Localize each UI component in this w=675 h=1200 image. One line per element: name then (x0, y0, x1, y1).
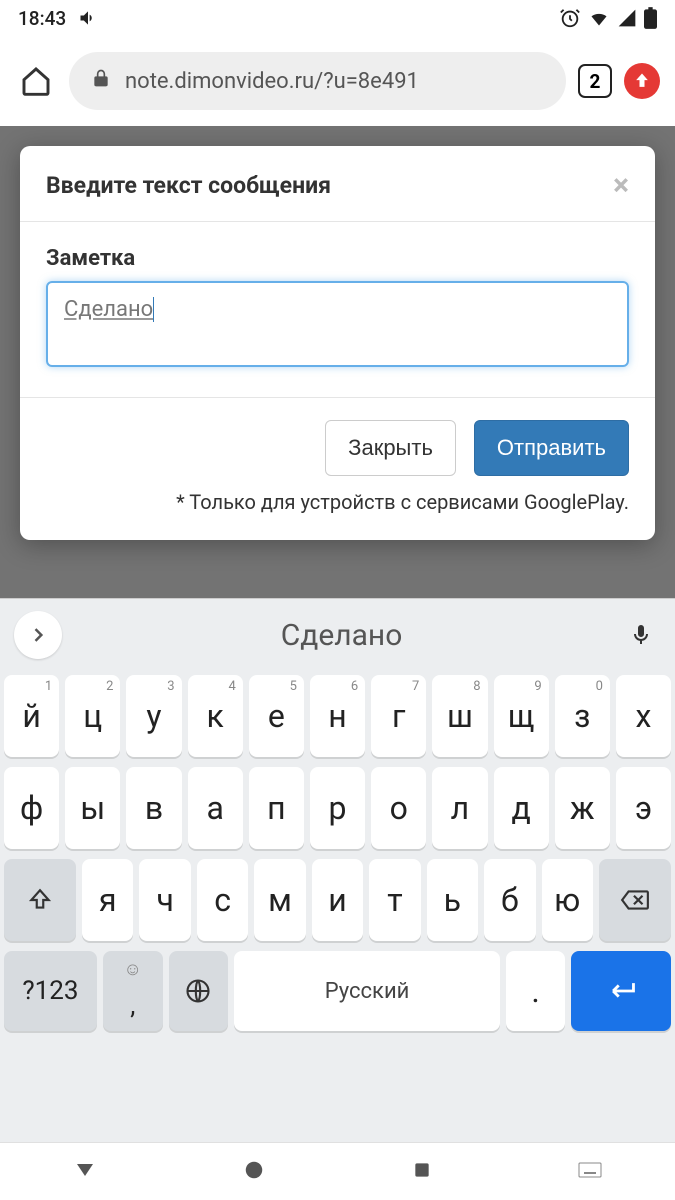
key-й[interactable]: й1 (4, 675, 59, 757)
update-button[interactable] (624, 63, 660, 99)
key-р[interactable]: р (310, 767, 365, 849)
keyboard-suggestion[interactable]: Сделано (70, 618, 613, 653)
nav-recent[interactable] (412, 1160, 432, 1184)
browser-toolbar: note.dimonvideo.ru/?u=8e491 2 (0, 36, 675, 126)
submit-button[interactable]: Отправить (474, 420, 629, 476)
key-з[interactable]: з0 (555, 675, 610, 757)
space-key[interactable]: Русский (234, 951, 499, 1031)
key-ж[interactable]: ж (555, 767, 610, 849)
key-о[interactable]: о (371, 767, 426, 849)
nav-back[interactable] (73, 1158, 97, 1186)
key-у[interactable]: у3 (126, 675, 181, 757)
key-и[interactable]: и (312, 859, 363, 941)
key-г[interactable]: г7 (371, 675, 426, 757)
lock-icon (91, 67, 111, 95)
shift-key[interactable] (4, 859, 76, 941)
key-ф[interactable]: ф (4, 767, 59, 849)
signal-icon (617, 8, 637, 28)
wifi-icon (588, 8, 610, 28)
key-ь[interactable]: ь (427, 859, 478, 941)
language-key[interactable] (169, 951, 229, 1031)
volume-icon (78, 8, 98, 28)
status-bar: 18:43 (0, 0, 675, 36)
key-д[interactable]: д (494, 767, 549, 849)
key-к[interactable]: к4 (188, 675, 243, 757)
key-я[interactable]: я (82, 859, 133, 941)
page-overlay: Еще заметка Действия ▾ Введите текст соо… (0, 126, 675, 656)
nav-home[interactable] (243, 1159, 265, 1185)
key-ы[interactable]: ы (65, 767, 120, 849)
key-т[interactable]: т (369, 859, 420, 941)
key-п[interactable]: п (249, 767, 304, 849)
backspace-key[interactable] (599, 859, 671, 941)
battery-icon (644, 7, 657, 29)
key-в[interactable]: в (126, 767, 181, 849)
note-field-label: Заметка (46, 246, 629, 271)
key-ч[interactable]: ч (139, 859, 190, 941)
url-bar[interactable]: note.dimonvideo.ru/?u=8e491 (69, 52, 566, 110)
modal-title: Введите текст сообщения (46, 172, 331, 199)
url-text: note.dimonvideo.ru/?u=8e491 (125, 69, 419, 94)
tab-switcher[interactable]: 2 (578, 64, 612, 98)
status-time: 18:43 (18, 7, 66, 30)
key-ц[interactable]: ц2 (65, 675, 120, 757)
compose-modal: Введите текст сообщения × Заметка Сделан… (20, 146, 655, 540)
soft-keyboard: Сделано й1ц2у3к4е5н6г7ш8щ9з0х фывапролдж… (0, 598, 675, 1142)
key-н[interactable]: н6 (310, 675, 365, 757)
mic-icon[interactable] (621, 621, 661, 649)
enter-key[interactable] (571, 951, 671, 1031)
modal-footnote: * Только для устройств с сервисами Googl… (46, 490, 629, 514)
key-ш[interactable]: ш8 (432, 675, 487, 757)
period-key[interactable]: . (506, 951, 566, 1031)
emoji-icon: ☺ (124, 959, 142, 980)
key-щ[interactable]: щ9 (494, 675, 549, 757)
key-ю[interactable]: ю (542, 859, 593, 941)
key-м[interactable]: м (254, 859, 305, 941)
nav-keyboard-switch[interactable] (578, 1161, 602, 1183)
key-л[interactable]: л (432, 767, 487, 849)
key-е[interactable]: е5 (249, 675, 304, 757)
key-а[interactable]: а (188, 767, 243, 849)
close-icon[interactable]: × (613, 177, 629, 195)
key-х[interactable]: х (616, 675, 671, 757)
close-button[interactable]: Закрыть (325, 420, 456, 476)
key-э[interactable]: э (616, 767, 671, 849)
home-button[interactable] (15, 60, 57, 102)
expand-suggestions[interactable] (14, 611, 62, 659)
alarm-icon (559, 7, 581, 29)
comma-key[interactable]: ☺ , (103, 951, 163, 1031)
key-б[interactable]: б (484, 859, 535, 941)
android-navbar (0, 1142, 675, 1200)
note-textarea[interactable]: Сделано (46, 281, 629, 367)
key-с[interactable]: с (197, 859, 248, 941)
symbols-key[interactable]: ?123 (4, 951, 97, 1031)
